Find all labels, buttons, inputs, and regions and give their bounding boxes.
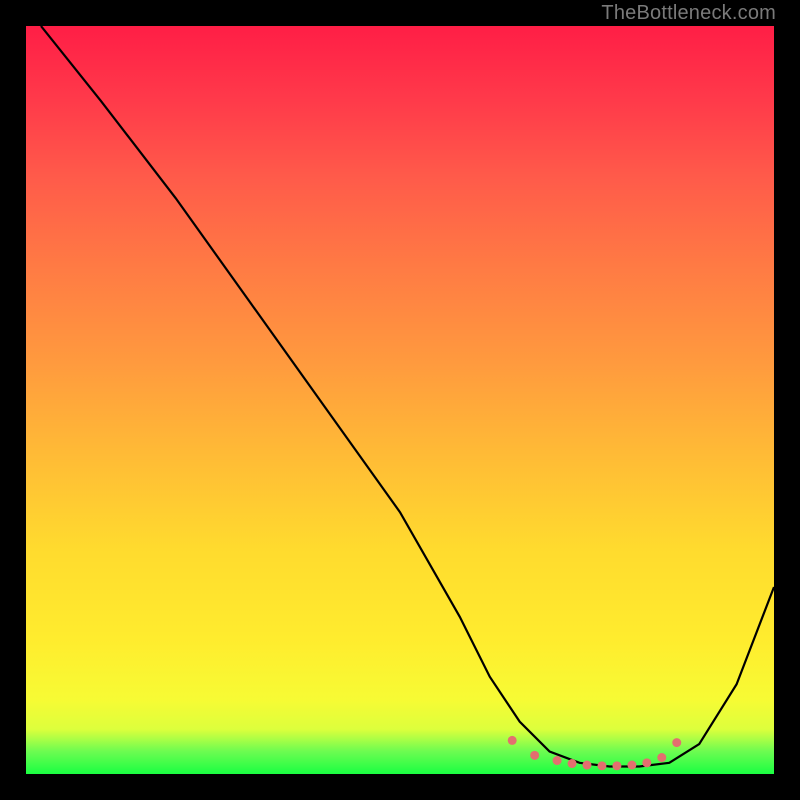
marker-dot <box>508 736 517 745</box>
marker-dot <box>612 761 621 770</box>
bottleneck-curve <box>41 26 774 767</box>
marker-dot <box>583 761 592 770</box>
marker-dot <box>568 759 577 768</box>
watermark-text: TheBottleneck.com <box>601 2 776 25</box>
plot-area <box>24 24 776 776</box>
marker-dot <box>530 751 539 760</box>
chart-svg <box>26 26 774 774</box>
marker-dot <box>627 761 636 770</box>
curve-line <box>41 26 774 767</box>
chart-container: TheBottleneck.com <box>0 0 800 800</box>
marker-dot <box>672 738 681 747</box>
marker-dot <box>597 761 606 770</box>
marker-dot <box>657 753 666 762</box>
marker-dot <box>642 758 651 767</box>
marker-dot <box>553 756 562 765</box>
